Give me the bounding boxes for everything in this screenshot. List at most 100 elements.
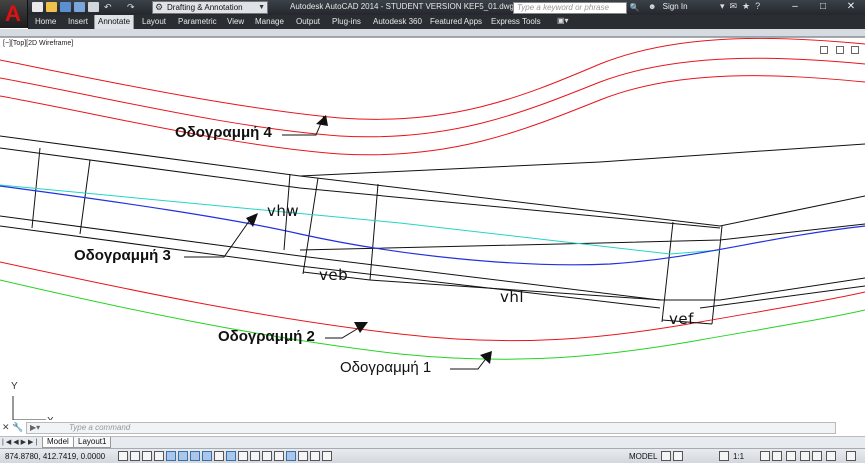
autocad-logo: A bbox=[5, 1, 21, 26]
minimize-button[interactable]: – bbox=[781, 0, 809, 15]
command-line-buttons[interactable]: ✕ 🔧 bbox=[2, 422, 23, 433]
dim-vhw: vhw bbox=[267, 202, 300, 220]
save-as-icon[interactable] bbox=[74, 2, 85, 12]
ribbon-tabs: Home Insert Annotate Layout Parametric V… bbox=[28, 15, 865, 29]
dim-veb: veb bbox=[319, 266, 349, 284]
grid-display-icon[interactable] bbox=[142, 451, 152, 461]
tab-manage[interactable]: Manage bbox=[252, 15, 287, 29]
road-line-2 bbox=[0, 261, 865, 342]
maximize-button[interactable]: □ bbox=[809, 0, 837, 15]
road-line-4-upper bbox=[0, 38, 865, 120]
layout-icon[interactable] bbox=[298, 451, 308, 461]
account-area[interactable]: ☻ Sign In bbox=[648, 2, 688, 11]
section-line-6 bbox=[711, 225, 723, 325]
quick-view-icon[interactable] bbox=[310, 451, 320, 461]
pan-icon[interactable] bbox=[322, 451, 332, 461]
drawing-canvas[interactable] bbox=[0, 38, 865, 421]
gear-icon: ⚙ bbox=[155, 2, 164, 12]
viewport-controls-label[interactable]: [−][Top][2D Wireframe] bbox=[3, 40, 73, 47]
open-icon[interactable] bbox=[46, 2, 57, 12]
lock-icon[interactable] bbox=[800, 451, 810, 461]
ribbon-panel-strip bbox=[0, 29, 865, 37]
save-icon[interactable] bbox=[60, 2, 71, 12]
annotation-monitor-icon[interactable] bbox=[286, 451, 296, 461]
workspace-dropdown[interactable]: ⚙ Drafting & Annotation ▼ bbox=[152, 1, 268, 14]
quick-properties-icon[interactable] bbox=[262, 451, 272, 461]
tab-navigation-arrows[interactable]: |◀◀▶▶| bbox=[2, 438, 39, 446]
annotation-scale-icon[interactable] bbox=[719, 451, 729, 461]
search-icon[interactable]: 🔍 bbox=[629, 2, 640, 14]
redo-icon[interactable]: ↷ bbox=[127, 2, 138, 12]
3d-object-snap-icon[interactable] bbox=[190, 451, 200, 461]
hardware-acceleration-icon[interactable] bbox=[812, 451, 822, 461]
viewport-close-icon[interactable] bbox=[851, 46, 859, 54]
auto-scale-icon[interactable] bbox=[772, 451, 782, 461]
undo-icon[interactable]: ↶ bbox=[104, 2, 115, 12]
leader-road-line-2 bbox=[325, 325, 363, 339]
ribbon-options-icon[interactable]: ▣▾ bbox=[557, 16, 571, 27]
viewport-window-controls bbox=[817, 41, 859, 59]
viewport-restore-icon[interactable] bbox=[820, 46, 829, 54]
section-line-5 bbox=[661, 221, 674, 323]
model-space-toggle[interactable]: MODEL bbox=[629, 452, 657, 461]
snap-mode-icon[interactable] bbox=[130, 451, 140, 461]
command-prompt-icon[interactable]: ▶▾ bbox=[30, 423, 40, 432]
tab-view[interactable]: View bbox=[224, 15, 247, 29]
tab-express-tools[interactable]: Express Tools bbox=[488, 15, 544, 29]
object-snap-icon[interactable] bbox=[178, 451, 188, 461]
quick-view-drawings-icon[interactable] bbox=[673, 451, 683, 461]
window-title: Autodesk AutoCAD 2014 - STUDENT VERSION … bbox=[290, 2, 514, 11]
tab-plug-ins[interactable]: Plug-ins bbox=[329, 15, 364, 29]
tab-output[interactable]: Output bbox=[293, 15, 323, 29]
tab-model[interactable]: Model bbox=[42, 437, 74, 448]
layout-tabs-bar: |◀◀▶▶| Model Layout1 bbox=[0, 436, 865, 448]
search-input[interactable]: Type a keyword or phrase bbox=[513, 2, 627, 14]
ortho-mode-icon[interactable] bbox=[154, 451, 164, 461]
tab-layout[interactable]: Layout bbox=[139, 15, 169, 29]
application-menu-button[interactable]: A bbox=[0, 0, 28, 28]
tab-autodesk-360[interactable]: Autodesk 360 bbox=[370, 15, 425, 29]
tab-home[interactable]: Home bbox=[32, 15, 59, 29]
viewport-maximize-icon[interactable] bbox=[835, 46, 844, 54]
selection-cycling-icon[interactable] bbox=[274, 451, 284, 461]
drawing-viewport[interactable]: [−][Top][2D Wireframe] Οδογραμμή 4 Οδογρ… bbox=[0, 37, 865, 427]
allow-ucs-icon[interactable] bbox=[214, 451, 224, 461]
cursor-coordinates: 874.8780, 412.7419, 0.0000 bbox=[5, 452, 106, 461]
leader-road-line-3 bbox=[184, 216, 253, 258]
transparency-icon[interactable] bbox=[250, 451, 260, 461]
arrow-road-line-1 bbox=[480, 351, 492, 364]
sign-in-link[interactable]: Sign In bbox=[663, 2, 688, 11]
dim-vhl: vhl bbox=[500, 288, 525, 306]
close-button[interactable]: ✕ bbox=[837, 0, 865, 15]
tab-layout1[interactable]: Layout1 bbox=[73, 437, 112, 448]
road-line-4-middle bbox=[0, 57, 865, 138]
plot-icon[interactable] bbox=[88, 2, 99, 12]
isolate-objects-icon[interactable] bbox=[826, 451, 836, 461]
help-icons[interactable]: ▾ ✉ ★ ? bbox=[720, 1, 760, 12]
tab-featured-apps[interactable]: Featured Apps bbox=[427, 15, 485, 29]
road-line-4-lower bbox=[0, 75, 865, 156]
workspace-label: Drafting & Annotation bbox=[167, 3, 243, 12]
command-line: ✕ 🔧 Type a command ▶▾ bbox=[0, 420, 865, 436]
new-icon[interactable] bbox=[32, 2, 43, 12]
tab-insert[interactable]: Insert bbox=[65, 15, 91, 29]
section-line-3 bbox=[302, 177, 319, 275]
tab-annotate[interactable]: Annotate bbox=[94, 15, 135, 29]
quick-view-layouts-icon[interactable] bbox=[661, 451, 671, 461]
tab-parametric[interactable]: Parametric bbox=[175, 15, 220, 29]
chevron-down-icon: ▼ bbox=[258, 4, 265, 11]
polar-tracking-icon[interactable] bbox=[166, 451, 176, 461]
infer-constraints-icon[interactable] bbox=[118, 451, 128, 461]
outline-top bbox=[0, 135, 865, 227]
annotation-visibility-icon[interactable] bbox=[760, 451, 770, 461]
command-input[interactable]: Type a command bbox=[26, 422, 836, 434]
annotation-scale-value[interactable]: 1:1 bbox=[733, 452, 744, 461]
object-snap-tracking-icon[interactable] bbox=[202, 451, 212, 461]
label-road-line-3: Οδογραμμή 3 bbox=[74, 247, 171, 264]
lineweight-icon[interactable] bbox=[238, 451, 248, 461]
outline-upper-right bbox=[299, 143, 865, 177]
workspace-switching-icon[interactable] bbox=[786, 451, 796, 461]
dynamic-input-icon[interactable] bbox=[226, 451, 236, 461]
clean-screen-icon[interactable] bbox=[846, 451, 856, 461]
autocad-window: ↶ ↷ ⚙ Drafting & Annotation ▼ Autodesk A… bbox=[0, 0, 865, 463]
